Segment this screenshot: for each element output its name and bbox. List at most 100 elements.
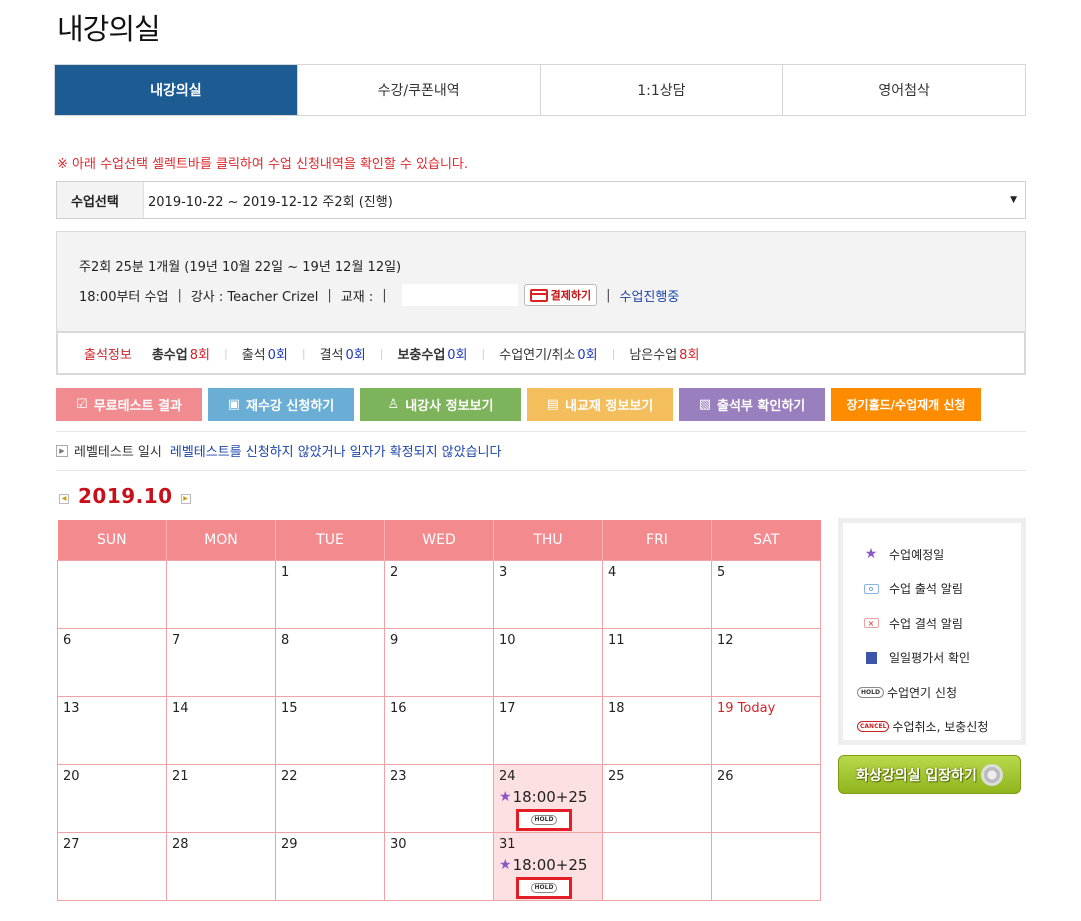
enter-virtual-classroom-button[interactable]: 화상강의실 입장하기 <box>838 755 1021 794</box>
calendar-day-cell: 24 ★ 18:00+25 HOLD <box>493 763 603 833</box>
separator: | <box>327 287 332 303</box>
separator: | <box>382 287 387 303</box>
tab-my-classroom[interactable]: 내강의실 <box>55 65 297 115</box>
star-icon: ★ <box>499 788 512 805</box>
tab-enrollment-coupon[interactable]: 수강/쿠폰내역 <box>296 65 540 115</box>
day-number: 8 <box>281 632 290 648</box>
teacher-name: 강사 : Teacher Crizel <box>190 289 319 305</box>
legend-label: 일일평가서 확인 <box>889 651 971 666</box>
attendance-label: 남은수업 <box>629 347 678 363</box>
calendar-day-cell: 18 <box>602 695 712 765</box>
star-icon: ★ <box>499 856 512 873</box>
day-number: 1 <box>281 564 290 580</box>
calendar-day-cell: 15 <box>275 695 385 765</box>
divider <box>56 470 1026 471</box>
calendar-day-cell: 13 <box>57 695 167 765</box>
main-tabs: 내강의실 수강/쿠폰내역 1:1상담 영어첨삭 <box>54 64 1026 116</box>
course-select-dropdown[interactable]: 2019-10-22 ~ 2019-12-12 주2회 (진행) ▼ <box>143 182 1025 218</box>
button-label: 내교재 정보보기 <box>565 399 654 414</box>
button-label: 무료테스트 결과 <box>93 399 182 414</box>
absent-icon: × <box>863 618 879 629</box>
calendar-day-cell: 9 <box>384 627 494 697</box>
button-label: 재수강 신청하기 <box>246 399 335 414</box>
day-number: 14 <box>172 700 189 716</box>
calendar-day-cell: 3 <box>493 559 603 629</box>
calendar-day-cell: 6 <box>57 627 167 697</box>
next-month-icon[interactable]: ▶ <box>180 493 191 504</box>
evaluation-icon <box>865 651 877 664</box>
calendar-day-cell: 8 <box>275 627 385 697</box>
headset-icon <box>980 763 1003 786</box>
separator: | <box>223 346 228 360</box>
calendar-day-cell: 21 <box>166 763 276 833</box>
day-number: 9 <box>390 632 399 648</box>
day-number: 30 <box>390 836 407 852</box>
pay-button[interactable]: 결제하기 <box>523 284 598 306</box>
cancel-icon: CANCEL <box>857 721 890 733</box>
calendar-day-cell: 30 <box>384 831 494 901</box>
calendar-day-cell: 14 <box>166 695 276 765</box>
calendar-day-cell: 11 <box>602 627 712 697</box>
attendance-value: 0회 <box>345 347 366 363</box>
page-title: 내강의실 <box>57 12 161 46</box>
attendance-bar: 출석정보 총수업 8회 | 출석 0회 | 결석 0회 | 보충수업 0회 | … <box>56 331 1026 375</box>
attendance-title: 출석정보 <box>84 347 132 363</box>
notice-text: ※ 아래 수업선택 셀렉트바를 클릭하여 수업 신청내역을 확인할 수 있습니다… <box>57 157 469 172</box>
tab-english-correction[interactable]: 영어첨삭 <box>782 65 1025 115</box>
attendance-check-button[interactable]: ▧ 출석부 확인하기 <box>679 388 825 421</box>
legend-label: 수업연기 신청 <box>886 685 957 700</box>
attendance-value: 0회 <box>447 347 468 363</box>
my-textbook-info-button[interactable]: ▤ 내교재 정보보기 <box>527 388 673 421</box>
lesson-time: 18:00+25 <box>512 855 588 874</box>
hold-icon: HOLD <box>857 686 884 698</box>
calendar-day-cell <box>602 831 712 901</box>
day-number: 31 <box>499 836 516 852</box>
day-number: 25 <box>608 768 625 784</box>
hold-button[interactable]: HOLD <box>516 876 572 899</box>
day-number: 26 <box>717 768 734 784</box>
textbook-value-box <box>401 284 518 306</box>
calendar-day-cell: 5 <box>711 559 821 629</box>
separator: | <box>301 346 306 360</box>
day-number: 23 <box>390 768 407 784</box>
hold-button[interactable]: HOLD <box>516 808 572 831</box>
weekday-header: THU <box>493 520 603 560</box>
class-time: 18:00부터 수업 <box>79 289 169 305</box>
separator: | <box>379 346 384 360</box>
class-status-link[interactable]: 수업진행중 <box>620 286 680 305</box>
calendar-day-cell: 19 Today <box>711 695 821 765</box>
enter-button-label: 화상강의실 입장하기 <box>856 767 977 784</box>
my-teacher-info-button[interactable]: ♙ 내강사 정보보기 <box>360 388 521 421</box>
weekday-header: SAT <box>711 520 821 560</box>
attendance-value: 0회 <box>577 347 598 363</box>
attendance-total: 총수업 8회 <box>152 344 210 363</box>
card-icon <box>529 288 548 302</box>
attendance-present: 출석 0회 <box>242 344 288 363</box>
weekday-header: WED <box>384 520 494 560</box>
calendar-legend: ★ 수업예정일 o 수업 출석 알림 × 수업 결석 알림 일일평가서 확인 H… <box>838 518 1026 745</box>
day-number: 18 <box>608 700 625 716</box>
day-number: 10 <box>499 632 516 648</box>
prev-month-icon[interactable]: ◀ <box>59 493 69 504</box>
legend-item: HOLD 수업연기 신청 <box>843 675 1021 710</box>
attendance-value: 8회 <box>189 347 210 363</box>
course-summary: 주2회 25분 1개월 (19년 10월 22일 ~ 19년 12월 12일) <box>79 260 402 275</box>
day-number: 13 <box>63 700 80 716</box>
calendar-day-cell: 31 ★ 18:00+25 HOLD <box>493 831 603 901</box>
separator: | <box>611 346 616 360</box>
calendar-day-cell: 28 <box>166 831 276 901</box>
day-number: 24 <box>499 768 516 784</box>
calendar-day-cell: 20 <box>57 763 167 833</box>
calendar-day-cell: 25 <box>602 763 712 833</box>
legend-label: 수업 출석 알림 <box>889 582 963 597</box>
long-hold-request-button[interactable]: 장기홀드/수업재개 신청 <box>831 388 981 421</box>
attendance-value: 0회 <box>267 347 288 363</box>
divider <box>56 431 1026 432</box>
tab-consultation[interactable]: 1:1상담 <box>539 65 783 115</box>
attendance-value: 8회 <box>679 347 700 363</box>
attendance-label: 총수업 <box>151 347 188 363</box>
free-test-result-button[interactable]: ☑ 무료테스트 결과 <box>56 388 202 421</box>
calendar-week-row: 6 7 8 9 10 11 12 <box>57 627 821 697</box>
re-enroll-button[interactable]: ▣ 재수강 신청하기 <box>208 388 354 421</box>
day-number: 2 <box>390 564 399 580</box>
